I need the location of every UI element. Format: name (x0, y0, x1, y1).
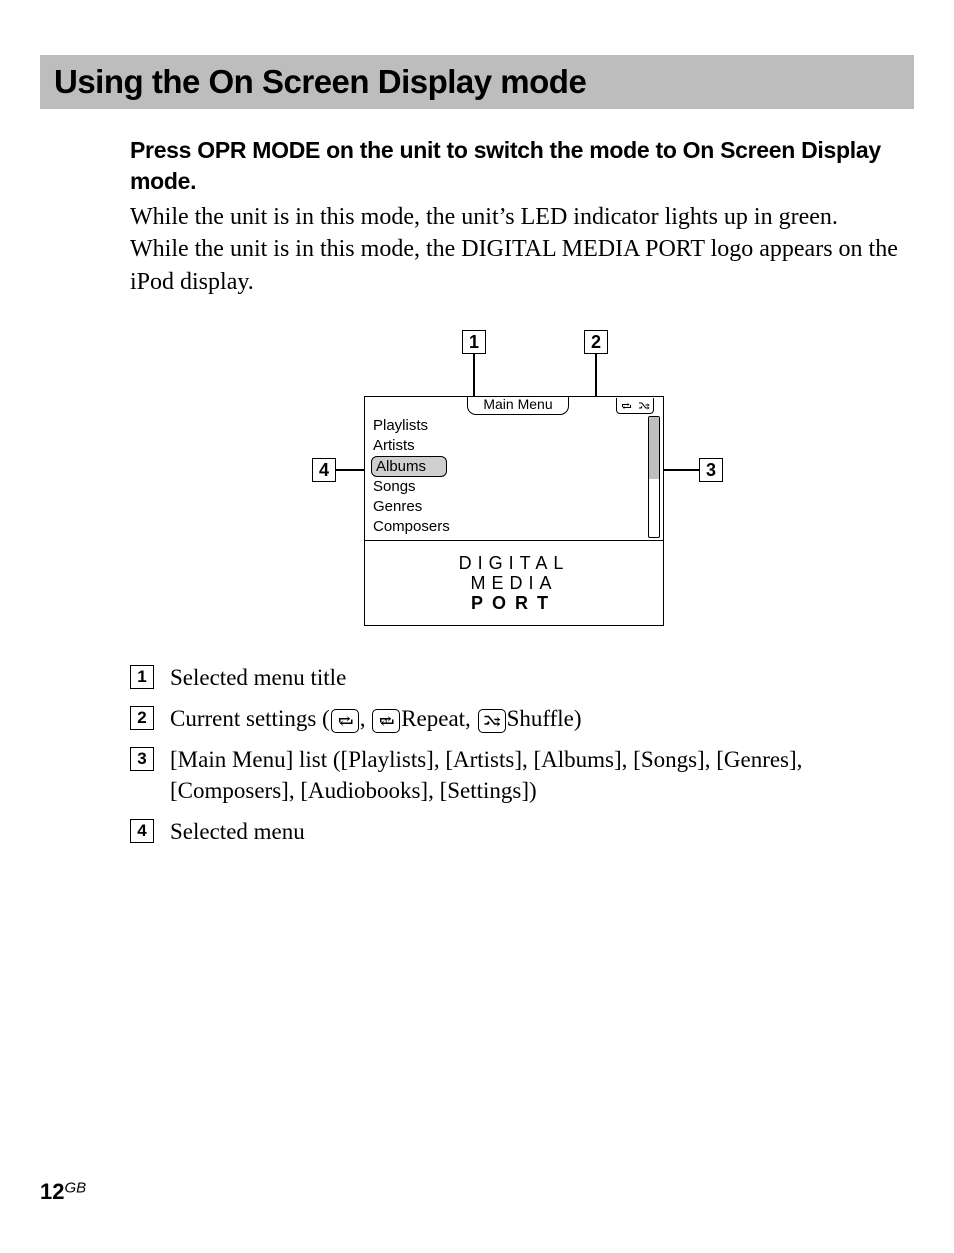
callout-2-stem (595, 354, 597, 400)
instruction-heading: Press OPR MODE on the unit to switch the… (130, 135, 914, 197)
legend-text-4: Selected menu (170, 816, 914, 847)
shuffle-icon-inline (478, 709, 506, 733)
dmp-logo: DIGITAL MEDIA PORT (365, 541, 663, 626)
legend-text-1: Selected menu title (170, 662, 914, 693)
callout-2: 2 (584, 330, 608, 354)
body-line-2: While the unit is in this mode, the DIGI… (130, 233, 914, 298)
legend-2-shuffle-label: Shuffle) (507, 706, 582, 731)
page-footer: 12GB (40, 1179, 86, 1205)
menu-list: Playlists Artists Albums Songs Genres Co… (371, 416, 643, 537)
page-title: Using the On Screen Display mode (54, 63, 586, 100)
logo-line-2: MEDIA (459, 574, 570, 594)
legend-list: 1 Selected menu title 2 Current settings… (130, 662, 914, 847)
menu-title: Main Menu (467, 397, 569, 415)
menu-item-genres: Genres (371, 497, 643, 517)
menu-item-artists: Artists (371, 436, 643, 456)
legend-2-pre: Current settings ( (170, 706, 330, 731)
callout-1: 1 (462, 330, 486, 354)
repeat-all-icon (331, 709, 359, 733)
callout-4: 4 (312, 458, 336, 482)
repeat-one-icon: 1 (372, 709, 400, 733)
legend-text-2: Current settings (, 1 Repeat, Shuffle) (170, 703, 914, 734)
legend-2-sep1: , (360, 706, 372, 731)
legend-2-repeat-label: Repeat, (401, 706, 476, 731)
callout-3: 3 (699, 458, 723, 482)
repeat-icon (620, 401, 632, 411)
page-title-bar: Using the On Screen Display mode (40, 55, 914, 109)
shuffle-icon (638, 401, 650, 411)
body-line-1: While the unit is in this mode, the unit… (130, 201, 914, 233)
menu-scrollbar (648, 416, 660, 538)
menu-item-playlists: Playlists (371, 416, 643, 436)
svg-text:1: 1 (385, 719, 389, 725)
legend-num-3: 3 (130, 747, 154, 771)
legend-num-1: 1 (130, 665, 154, 689)
legend-text-3: [Main Menu] list ([Playlists], [Artists]… (170, 744, 914, 806)
page-region: GB (64, 1180, 86, 1197)
osd-diagram: 1 2 3 4 Main Menu (302, 330, 742, 640)
scrollbar-thumb (649, 417, 659, 479)
legend-num-4: 4 (130, 819, 154, 843)
legend-num-2: 2 (130, 706, 154, 730)
osd-screen: Main Menu Playlists Artists Albums Songs… (364, 396, 664, 626)
page-number: 12 (40, 1179, 64, 1204)
logo-line-3: PORT (459, 594, 570, 614)
menu-item-albums-selected: Albums (371, 456, 447, 477)
menu-item-composers: Composers (371, 517, 643, 537)
menu-item-songs: Songs (371, 477, 643, 497)
logo-line-1: DIGITAL (459, 554, 570, 574)
status-icons-chip (616, 398, 654, 414)
